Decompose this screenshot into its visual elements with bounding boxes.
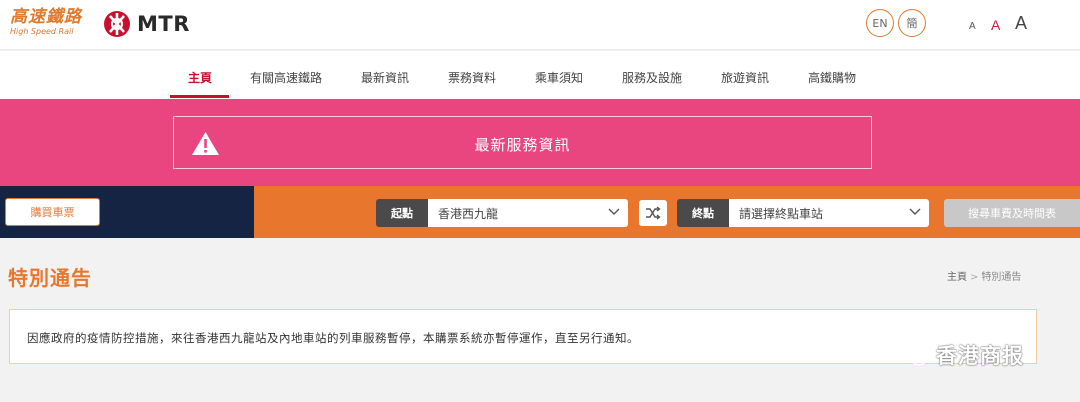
booking-bar: 購買車票 起點 香港西九龍 終點 請選擇終點車站 搜尋車費及時間表 bbox=[0, 186, 1080, 238]
nav-active-indicator bbox=[170, 95, 229, 98]
nav-item-ticketing[interactable]: 票務資料 bbox=[448, 69, 496, 86]
font-size-medium-button[interactable]: A bbox=[991, 17, 1000, 33]
nav-item-travel-info[interactable]: 旅遊資訊 bbox=[721, 69, 769, 86]
breadcrumb-separator: > bbox=[970, 272, 979, 283]
special-notice-box: 因應政府的疫情防控措施，來往香港西九龍站及內地車站的列車服務暫停，本購票系統亦暫… bbox=[9, 309, 1037, 364]
language-simplified-button[interactable]: 簡 bbox=[898, 9, 926, 37]
destination-label: 終點 bbox=[677, 199, 729, 227]
nav-item-shopping[interactable]: 高鐵購物 bbox=[808, 69, 856, 86]
destination-select[interactable]: 請選擇終點車站 bbox=[729, 199, 929, 227]
site-header: 高速鐵路 High Speed Rail MTR EN 簡 A A A bbox=[0, 0, 1080, 50]
latest-service-info-label: 最新服務資訊 bbox=[474, 136, 571, 154]
origin-label: 起點 bbox=[376, 199, 428, 227]
breadcrumb-current: 特別通告 bbox=[981, 272, 1022, 283]
booking-bar-left-panel: 購買車票 bbox=[0, 186, 254, 238]
language-english-button[interactable]: EN bbox=[866, 9, 894, 37]
buy-ticket-button[interactable]: 購買車票 bbox=[5, 198, 100, 226]
origin-value: 香港西九龍 bbox=[438, 206, 499, 221]
nav-item-services-facilities[interactable]: 服務及設施 bbox=[622, 69, 682, 86]
breadcrumb-home-link[interactable]: 主頁 bbox=[947, 272, 967, 283]
hsr-logo-english: High Speed Rail bbox=[10, 27, 74, 36]
search-fares-timetable-button[interactable]: 搜尋車費及時間表 bbox=[944, 199, 1080, 227]
watermark: 香港商报 bbox=[900, 340, 1024, 370]
wechat-icon bbox=[900, 344, 928, 366]
page-title: 特別通告 bbox=[8, 266, 92, 290]
latest-service-info-link[interactable]: 最新服務資訊 bbox=[173, 116, 872, 169]
mtr-logo-text: MTR bbox=[137, 12, 190, 36]
font-size-small-button[interactable]: A bbox=[969, 21, 976, 32]
mtr-logo[interactable]: MTR bbox=[103, 10, 190, 38]
chevron-down-icon bbox=[909, 208, 921, 215]
swap-stations-button[interactable] bbox=[639, 200, 667, 226]
breadcrumb: 主頁 > 特別通告 bbox=[947, 268, 1021, 283]
nav-item-travel-guide[interactable]: 乘車須知 bbox=[535, 69, 583, 86]
service-notice-banner: 最新服務資訊 bbox=[0, 99, 1080, 186]
main-navigation: 主頁 有關高速鐵路 最新資訊 票務資料 乘車須知 服務及設施 旅遊資訊 高鐵購物 bbox=[0, 51, 1080, 99]
origin-select[interactable]: 香港西九龍 bbox=[428, 199, 628, 227]
nav-item-latest-news[interactable]: 最新資訊 bbox=[361, 69, 409, 86]
swap-icon bbox=[646, 206, 661, 220]
nav-item-home[interactable]: 主頁 bbox=[188, 69, 212, 86]
chevron-down-icon bbox=[608, 208, 620, 215]
destination-placeholder: 請選擇終點車站 bbox=[739, 206, 824, 221]
high-speed-rail-logo[interactable]: 高速鐵路 High Speed Rail bbox=[10, 8, 88, 42]
hsr-logo-chinese: 高速鐵路 bbox=[10, 7, 82, 27]
font-size-large-button[interactable]: A bbox=[1015, 13, 1027, 34]
mtr-logo-icon bbox=[104, 11, 130, 37]
nav-item-about-hsr[interactable]: 有關高速鐵路 bbox=[250, 69, 322, 86]
special-notice-message: 因應政府的疫情防控措施，來往香港西九龍站及內地車站的列車服務暫停，本購票系統亦暫… bbox=[27, 331, 639, 345]
watermark-text: 香港商报 bbox=[936, 344, 1024, 368]
